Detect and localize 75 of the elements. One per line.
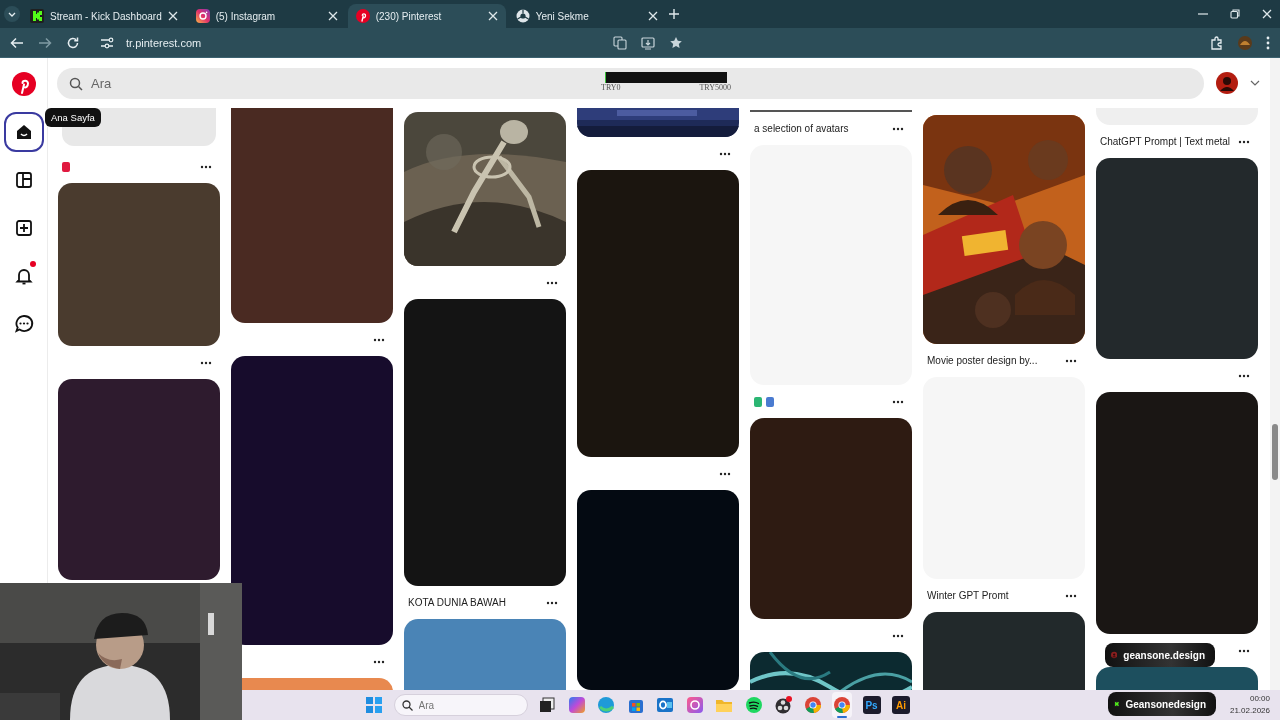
restore-icon[interactable] bbox=[1230, 9, 1240, 19]
more-icon[interactable] bbox=[546, 280, 558, 285]
install-app-icon[interactable] bbox=[641, 35, 655, 50]
star-icon[interactable] bbox=[669, 35, 683, 50]
close-icon[interactable] bbox=[487, 11, 498, 21]
goal-start-label: TRY0 bbox=[601, 83, 621, 92]
app-icon[interactable]: Ps bbox=[862, 696, 881, 714]
more-icon[interactable] bbox=[1238, 373, 1250, 378]
more-icon[interactable] bbox=[373, 659, 385, 664]
more-icon[interactable] bbox=[1065, 358, 1077, 363]
search-icon bbox=[401, 699, 413, 711]
back-arrow-icon[interactable] bbox=[10, 35, 24, 50]
gradient-app-icon[interactable] bbox=[566, 695, 587, 715]
chevron-down-icon[interactable] bbox=[1250, 80, 1260, 86]
photo-app-icon[interactable] bbox=[684, 695, 705, 715]
nav-item[interactable] bbox=[3, 112, 44, 152]
goal-end-label: TRY5000 bbox=[699, 83, 731, 92]
pinterest-logo-icon bbox=[355, 9, 370, 23]
mail-app-icon[interactable] bbox=[655, 695, 675, 715]
taskview-icon[interactable] bbox=[537, 695, 557, 715]
more-icon[interactable] bbox=[1238, 648, 1250, 653]
site-settings-icon[interactable] bbox=[100, 36, 114, 49]
pin-title[interactable]: ChatGPT Prompt | Text metal bbox=[1100, 136, 1231, 147]
reload-icon[interactable] bbox=[66, 35, 80, 50]
more-icon[interactable] bbox=[719, 151, 731, 156]
more-icon[interactable] bbox=[200, 164, 212, 169]
browser-tab[interactable]: Yeni Sekme bbox=[507, 4, 666, 28]
close-icon[interactable] bbox=[327, 11, 338, 21]
more-icon[interactable] bbox=[892, 633, 904, 638]
scrollbar[interactable] bbox=[1270, 58, 1280, 690]
more-icon[interactable] bbox=[719, 471, 731, 476]
recorder-app-icon[interactable] bbox=[773, 695, 793, 715]
globe-icon bbox=[515, 9, 530, 23]
more-icon[interactable] bbox=[200, 360, 212, 365]
close-icon[interactable] bbox=[167, 11, 178, 21]
badge-channel-name: Geansonedesign bbox=[1125, 698, 1206, 710]
browser-tab[interactable]: (5) Instagram bbox=[187, 4, 346, 28]
more-icon[interactable] bbox=[373, 337, 385, 342]
pin-title[interactable]: Movie poster design by... bbox=[927, 355, 1038, 366]
extensions-icon[interactable] bbox=[1210, 35, 1224, 50]
plus-icon[interactable] bbox=[667, 8, 680, 20]
more-icon[interactable] bbox=[892, 399, 904, 404]
kick-logo-icon bbox=[30, 9, 44, 23]
browser-icon[interactable] bbox=[832, 695, 852, 715]
more-icon[interactable] bbox=[1065, 593, 1077, 598]
start-icon[interactable] bbox=[364, 695, 384, 715]
badge-username: geansone.design bbox=[1123, 649, 1205, 661]
profile-avatar-icon[interactable] bbox=[1216, 72, 1238, 94]
address-field[interactable]: tr.pinterest.com bbox=[126, 36, 202, 49]
translate-icon[interactable] bbox=[613, 35, 627, 50]
browser-tab[interactable]: (230) Pinterest bbox=[347, 4, 506, 28]
tooltip: Ana Sayfa bbox=[45, 108, 101, 127]
browser-icon[interactable] bbox=[802, 695, 823, 715]
pin-title[interactable]: KOTA DUNIA BAWAH bbox=[408, 597, 506, 608]
menu-dots-icon[interactable] bbox=[1266, 35, 1270, 50]
music-app-icon[interactable] bbox=[743, 695, 764, 715]
chevron-down-icon[interactable] bbox=[4, 6, 20, 22]
forward-arrow-icon[interactable] bbox=[38, 35, 52, 50]
more-icon[interactable] bbox=[1238, 139, 1250, 144]
scrollbar-thumb[interactable] bbox=[1272, 424, 1278, 480]
pin-title[interactable]: a selection of avatars bbox=[754, 123, 849, 134]
app-icon[interactable]: Ai bbox=[892, 696, 910, 714]
more-icon[interactable] bbox=[892, 126, 904, 131]
search-icon bbox=[69, 76, 83, 91]
camera-logo-icon bbox=[195, 9, 210, 23]
more-icon[interactable] bbox=[546, 600, 558, 605]
clock-date: 21.02.2026 bbox=[1229, 705, 1270, 717]
taskbar-search-field[interactable]: Ara bbox=[393, 694, 528, 716]
unread-dot bbox=[29, 261, 36, 267]
pinterest-logo-icon[interactable] bbox=[11, 72, 36, 96]
browser-tab[interactable]: Stream - Kick Dashboard bbox=[22, 4, 186, 28]
close-icon[interactable] bbox=[1262, 9, 1272, 19]
pin-title[interactable]: Winter GPT Promt bbox=[927, 590, 1009, 601]
clock-time: 00:00 bbox=[1249, 693, 1270, 705]
close-icon[interactable] bbox=[647, 11, 658, 21]
